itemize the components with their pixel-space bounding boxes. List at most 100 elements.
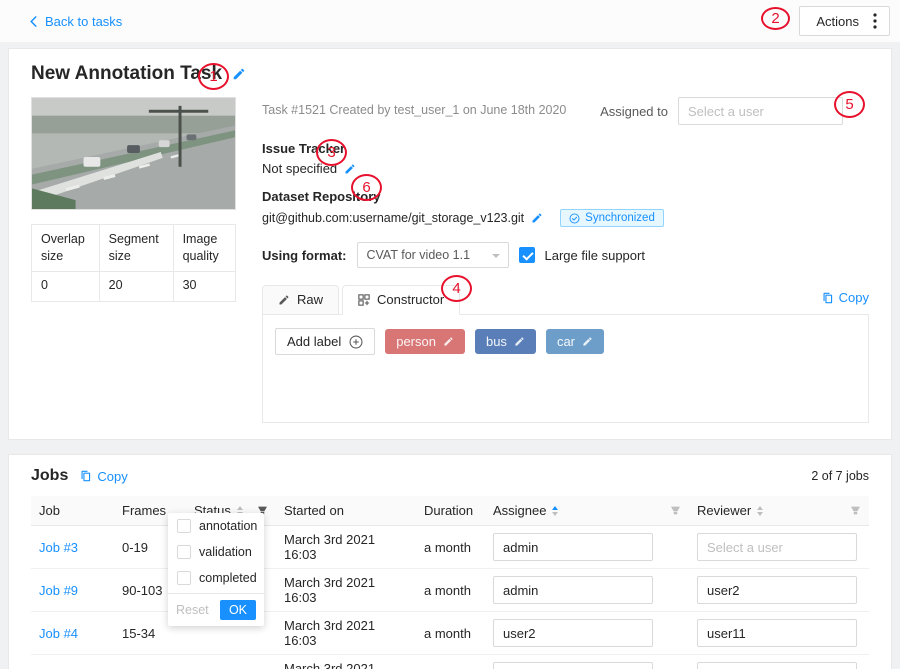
cvat-task-page: Back to tasks Actions New Annotation Tas… [0, 0, 900, 669]
copy-jobs-link[interactable]: Copy [80, 469, 127, 484]
annotation-circle-5: 5 [834, 91, 865, 118]
filter-checkbox[interactable] [177, 545, 191, 559]
copy-jobs-label: Copy [97, 469, 127, 484]
reviewer-sort-icon[interactable] [757, 506, 763, 516]
labels-tabs: Raw Constructor Copy [262, 285, 869, 315]
label-constructor-panel: Add label person bus [262, 315, 869, 423]
assignee-input[interactable] [493, 533, 653, 561]
tab-raw[interactable]: Raw [262, 285, 339, 315]
edit-label-icon[interactable] [443, 336, 454, 347]
filter-ok-button[interactable]: OK [220, 600, 256, 620]
filter-option-label: completed [199, 571, 257, 585]
task-params-table: Overlap size Segment size Image quality … [31, 224, 236, 302]
jobs-count: 2 of 7 jobs [811, 469, 869, 483]
assignee-input[interactable] [493, 576, 653, 604]
table-row: Job #3 0-19 March 3rd 2021 16:03 a month [31, 526, 869, 569]
plus-circle-icon [349, 335, 363, 349]
status-filter-dropdown: annotation validation completed Reset OK [168, 513, 264, 626]
jobs-table-header: Job Frames Status Started on Duration [31, 496, 869, 526]
add-label-text: Add label [287, 334, 341, 349]
filter-checkbox[interactable] [177, 519, 191, 533]
assignee-input[interactable] [493, 619, 653, 647]
copy-icon [80, 470, 92, 482]
job-started: March 3rd 2021 16:03 [276, 612, 416, 655]
reviewer-filter-icon[interactable] [850, 505, 861, 516]
param-header-overlap: Overlap size [32, 225, 100, 272]
job-link[interactable]: Job #4 [39, 626, 78, 641]
column-assignee[interactable]: Assignee [493, 503, 546, 518]
tab-raw-label: Raw [297, 292, 323, 307]
job-duration: a month [416, 612, 485, 655]
annotation-circle-6: 6 [351, 174, 382, 201]
job-status: completed [186, 655, 276, 669]
back-to-tasks-label: Back to tasks [45, 14, 122, 29]
add-label-button[interactable]: Add label [275, 328, 375, 355]
edit-issue-tracker-icon[interactable] [344, 163, 356, 175]
annotation-circle-1: 1 [198, 63, 229, 90]
format-select-value: CVAT for video 1.1 [367, 248, 471, 262]
filter-option-label: annotation [199, 519, 257, 533]
task-title: New Annotation Task [31, 63, 222, 85]
job-started: March 3rd 2021 16:03 [276, 655, 416, 669]
chevron-left-icon [28, 16, 39, 27]
assignee-sort-icon[interactable] [552, 506, 558, 516]
format-select[interactable]: CVAT for video 1.1 [357, 242, 509, 268]
table-row: Job #4 15-34 March 3rd 2021 16:03 a mont… [31, 612, 869, 655]
column-job: Job [39, 503, 60, 518]
job-duration: a month [416, 526, 485, 569]
actions-button[interactable]: Actions [799, 6, 890, 36]
jobs-title: Jobs [31, 467, 68, 485]
reviewer-input[interactable] [697, 662, 857, 669]
annotation-circle-4: 4 [441, 275, 472, 302]
assignee-filter-icon[interactable] [670, 505, 681, 516]
param-header-segment: Segment size [99, 225, 173, 272]
edit-label-icon[interactable] [514, 336, 525, 347]
reviewer-input[interactable] [697, 576, 857, 604]
table-row: Job #8 75-94 completed March 3rd 2021 16… [31, 655, 869, 669]
param-value-segment: 20 [99, 271, 173, 301]
column-duration: Duration [424, 503, 473, 518]
param-value-overlap: 0 [32, 271, 100, 301]
label-chip-bus-name: bus [486, 334, 507, 349]
job-frames: 75-94 [114, 655, 186, 669]
status-filter-option-completed[interactable]: completed [168, 565, 264, 591]
label-chip-car[interactable]: car [546, 329, 604, 354]
build-icon [358, 294, 370, 306]
edit-label-icon[interactable] [582, 336, 593, 347]
job-link[interactable]: Job #3 [39, 540, 78, 555]
status-filter-option-validation[interactable]: validation [168, 539, 264, 565]
job-duration: a month [416, 569, 485, 612]
filter-option-label: validation [199, 545, 252, 559]
large-file-support-checkbox[interactable] [519, 247, 535, 263]
filter-reset-button[interactable]: Reset [176, 603, 209, 617]
sync-status-badge: Synchronized [560, 209, 664, 227]
reviewer-input[interactable] [697, 533, 857, 561]
edit-title-icon[interactable] [232, 67, 246, 81]
filter-checkbox[interactable] [177, 571, 191, 585]
job-link[interactable]: Job #9 [39, 583, 78, 598]
label-chip-person-name: person [396, 334, 436, 349]
label-chip-bus[interactable]: bus [475, 329, 536, 354]
back-to-tasks-link[interactable]: Back to tasks [28, 14, 122, 29]
label-chip-person[interactable]: person [385, 329, 465, 354]
jobs-table: Job Frames Status Started on Duration [31, 496, 869, 669]
chevron-down-icon [492, 254, 500, 258]
task-preview-image [31, 97, 236, 210]
using-format-label: Using format: [262, 248, 347, 263]
status-filter-option-annotation[interactable]: annotation [168, 513, 264, 539]
dataset-repository-url: git@github.com:username/git_storage_v123… [262, 211, 524, 225]
column-frames: Frames [122, 503, 166, 518]
check-circle-icon [569, 213, 580, 224]
job-started: March 3rd 2021 16:03 [276, 526, 416, 569]
edit-repository-icon[interactable] [531, 212, 543, 224]
actions-label: Actions [816, 14, 859, 29]
assignee-input[interactable] [493, 662, 653, 669]
copy-labels-link[interactable]: Copy [822, 290, 869, 305]
more-vertical-icon [873, 13, 877, 29]
reviewer-input[interactable] [697, 619, 857, 647]
task-assignee-input[interactable] [678, 97, 843, 125]
pencil-icon [278, 294, 290, 306]
table-row: Job #9 90-103 March 3rd 2021 16:03 a mon… [31, 569, 869, 612]
copy-icon [822, 292, 834, 304]
column-reviewer[interactable]: Reviewer [697, 503, 751, 518]
